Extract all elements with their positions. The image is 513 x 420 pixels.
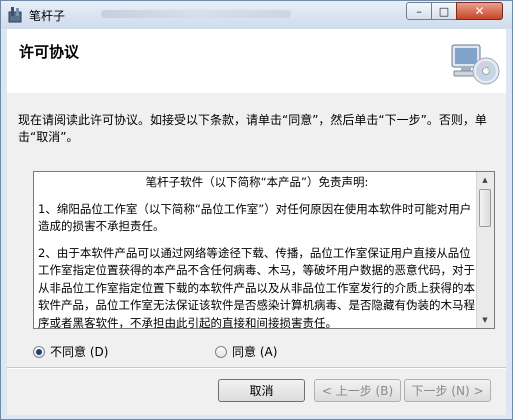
minimize-icon: – <box>416 4 422 18</box>
pen-icon <box>8 7 22 23</box>
close-button[interactable]: ✕ <box>456 2 503 20</box>
title-bar[interactable]: 笔杆子 – □ ✕ <box>1 1 512 29</box>
maximize-button[interactable]: □ <box>431 2 457 20</box>
wizard-body: 现在请阅读此许可协议。如接受以下条款，请单击“同意”，然后单击“下一步”。否则，… <box>7 93 506 415</box>
license-paragraph: 1、绵阳品位工作室（以下简称“品位工作室”）对任何原因在使用本软件时可能对用户造… <box>38 201 472 234</box>
disagree-radio[interactable]: 不同意 (D) <box>33 343 108 360</box>
installer-window: 笔杆子 – □ ✕ 许可协议 现在请阅读此许可协议。如接受以下条款，请单击“同意… <box>0 0 513 420</box>
scroll-up-arrow-icon[interactable]: ▲ <box>477 172 493 188</box>
license-scrollbar[interactable]: ▲ ▼ <box>476 172 494 328</box>
button-separator <box>7 367 506 369</box>
title-blur <box>101 10 291 18</box>
license-text-box[interactable]: 笔杆子软件（以下简称“本产品”）免责声明: 1、绵阳品位工作室（以下简称“品位工… <box>33 171 495 329</box>
minimize-button[interactable]: – <box>406 2 432 20</box>
wizard-header: 许可协议 <box>7 29 506 94</box>
agree-radio[interactable]: 同意 (A) <box>215 343 277 360</box>
radio-unchecked-icon <box>215 345 227 358</box>
page-title: 许可协议 <box>19 43 80 61</box>
radio-checked-icon <box>33 345 45 358</box>
window-title: 笔杆子 <box>29 9 66 23</box>
scrollbar-thumb[interactable] <box>479 189 491 227</box>
close-icon: ✕ <box>474 4 485 18</box>
scroll-down-arrow-icon[interactable]: ▼ <box>477 312 493 328</box>
instruction-text: 现在请阅读此许可协议。如接受以下条款，请单击“同意”，然后单击“下一步”。否则，… <box>18 113 487 144</box>
license-content: 笔杆子软件（以下简称“本产品”）免责声明: 1、绵阳品位工作室（以下简称“品位工… <box>38 174 476 329</box>
license-heading: 笔杆子软件（以下简称“本产品”）免责声明: <box>145 175 369 189</box>
next-button[interactable]: 下一步 (N) > <box>404 379 491 402</box>
maximize-icon: □ <box>438 4 450 18</box>
back-button[interactable]: < 上一步 (B) <box>314 379 401 402</box>
computer-cd-icon <box>451 44 500 85</box>
agree-label: 同意 (A) <box>232 345 278 359</box>
license-paragraph: 2、由于本软件产品可以通过网络等途径下载、传播，品位工作室保证用户直接从品位工作… <box>38 245 475 329</box>
disagree-label: 不同意 (D) <box>50 345 109 359</box>
cancel-button[interactable]: 取消 <box>218 379 305 402</box>
